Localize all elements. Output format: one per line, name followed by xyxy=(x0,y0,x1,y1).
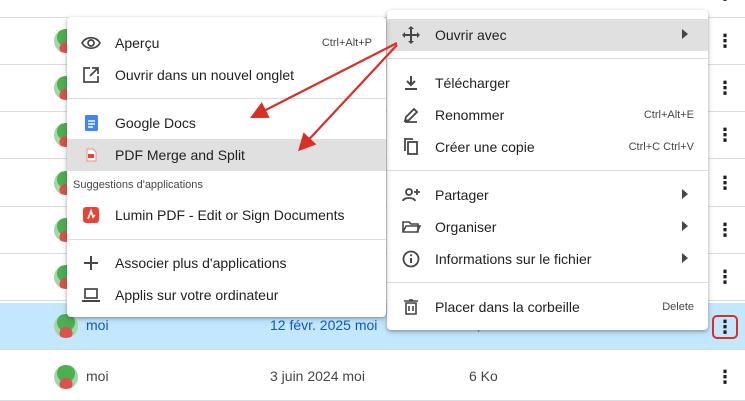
file-modified: 12 févr. 2025 moi xyxy=(270,317,378,333)
preview-label: Aperçu xyxy=(115,35,160,51)
folder-open-icon xyxy=(401,217,421,237)
download-icon xyxy=(401,73,421,93)
menu-download[interactable]: Télécharger xyxy=(387,67,708,99)
file-size: 6 Ko xyxy=(469,368,498,384)
plus-icon xyxy=(81,253,101,273)
more-actions-icon[interactable]: ⋮ xyxy=(713,365,737,389)
download-label: Télécharger xyxy=(435,75,510,91)
pdf-merge-label: PDF Merge and Split xyxy=(115,147,245,163)
computer-apps-label: Applis sur votre ordinateur xyxy=(115,287,279,303)
copy-shortcut: Ctrl+C Ctrl+V xyxy=(628,141,694,153)
menu-connect-more-apps[interactable]: Associer plus d'applications xyxy=(67,247,386,279)
menu-open-with[interactable]: Ouvrir avec xyxy=(387,19,708,51)
suggestions-heading: Suggestions d'applications xyxy=(73,179,203,191)
trash-shortcut: Delete xyxy=(662,301,694,313)
rename-shortcut: Ctrl+Alt+E xyxy=(643,109,694,121)
person-add-icon xyxy=(401,185,421,205)
more-actions-icon[interactable]: ⋮ xyxy=(713,0,737,6)
eye-icon xyxy=(81,33,101,53)
submenu-arrow-icon xyxy=(682,221,688,231)
menu-trash[interactable]: Placer dans la corbeille Delete xyxy=(387,291,708,323)
new-tab-label: Ouvrir dans un nouvel onglet xyxy=(115,67,294,83)
more-actions-icon[interactable]: ⋮ xyxy=(713,29,737,53)
rename-label: Renommer xyxy=(435,107,505,123)
menu-preview[interactable]: Aperçu Ctrl+Alt+P xyxy=(67,27,386,59)
menu-google-docs[interactable]: Google Docs xyxy=(67,107,386,139)
submenu-arrow-icon xyxy=(682,253,688,263)
more-actions-icon[interactable]: ⋮ xyxy=(713,265,737,289)
pencil-icon xyxy=(401,105,421,125)
organize-label: Organiser xyxy=(435,219,497,235)
trash-label: Placer dans la corbeille xyxy=(435,299,580,315)
open-in-new-icon xyxy=(81,65,101,85)
menu-divider xyxy=(67,98,386,99)
file-modified: 3 juin 2024 moi xyxy=(270,368,365,384)
google-docs-icon xyxy=(81,113,101,133)
menu-divider xyxy=(387,282,708,283)
file-owner: moi xyxy=(86,368,109,384)
pdf-file-icon xyxy=(81,145,101,165)
copy-icon xyxy=(401,137,421,157)
menu-lumin-pdf[interactable]: Lumin PDF - Edit or Sign Documents xyxy=(67,199,386,231)
more-actions-icon[interactable]: ⋮ xyxy=(713,171,737,195)
menu-organize[interactable]: Organiser xyxy=(387,211,708,243)
submenu-arrow-icon xyxy=(682,189,688,199)
menu-divider xyxy=(67,239,386,240)
submenu-arrow-icon xyxy=(682,29,688,39)
open-with-label: Ouvrir avec xyxy=(435,27,507,43)
lumin-pdf-icon xyxy=(81,205,101,225)
open-with-submenu: Aperçu Ctrl+Alt+P Ouvrir dans un nouvel … xyxy=(67,17,386,317)
more-actions-icon[interactable]: ⋮ xyxy=(713,76,737,100)
file-row[interactable]: moi 3 juin 2024 moi 6 Ko ⋮ xyxy=(0,354,745,401)
more-actions-icon[interactable]: ⋮ xyxy=(712,315,738,339)
lumin-label: Lumin PDF - Edit or Sign Documents xyxy=(115,207,345,223)
menu-divider xyxy=(387,58,708,59)
menu-pdf-merge[interactable]: PDF Merge and Split xyxy=(67,139,386,171)
menu-file-info[interactable]: Informations sur le fichier xyxy=(387,243,708,275)
more-actions-icon[interactable]: ⋮ xyxy=(713,123,737,147)
laptop-icon xyxy=(81,285,101,305)
google-docs-label: Google Docs xyxy=(115,115,196,131)
copy-label: Créer une copie xyxy=(435,139,535,155)
file-owner: moi xyxy=(86,317,109,333)
more-actions-icon[interactable]: ⋮ xyxy=(713,218,737,242)
avatar xyxy=(54,365,78,389)
file-context-menu: Ouvrir avec Télécharger Renommer Ctrl+Al… xyxy=(387,10,708,330)
share-label: Partager xyxy=(435,187,489,203)
preview-shortcut: Ctrl+Alt+P xyxy=(321,37,372,49)
trash-icon xyxy=(401,297,421,317)
connect-more-label: Associer plus d'applications xyxy=(115,255,287,271)
menu-computer-apps[interactable]: Applis sur votre ordinateur xyxy=(67,279,386,311)
info-icon xyxy=(401,249,421,269)
menu-open-new-tab[interactable]: Ouvrir dans un nouvel onglet xyxy=(67,59,386,91)
menu-rename[interactable]: Renommer Ctrl+Alt+E xyxy=(387,99,708,131)
avatar xyxy=(54,314,78,338)
info-label: Informations sur le fichier xyxy=(435,251,592,267)
move-icon xyxy=(401,25,421,45)
menu-make-copy[interactable]: Créer une copie Ctrl+C Ctrl+V xyxy=(387,131,708,163)
menu-share[interactable]: Partager xyxy=(387,179,708,211)
menu-divider xyxy=(387,170,708,171)
